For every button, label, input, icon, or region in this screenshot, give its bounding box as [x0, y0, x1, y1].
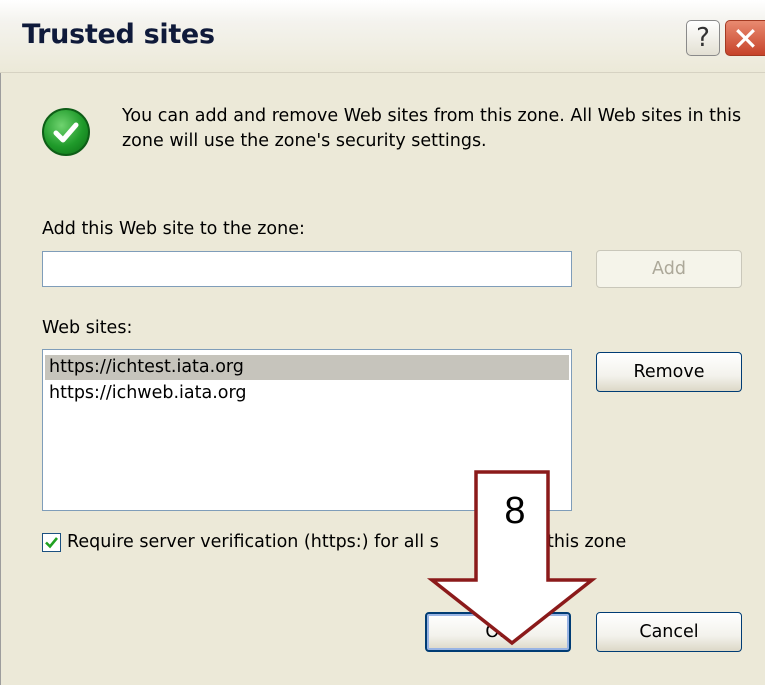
require-verification-checkbox[interactable]: [42, 533, 61, 552]
ok-button[interactable]: OK: [425, 612, 571, 652]
step-number-label: 8: [504, 490, 526, 532]
checkmark-icon: [45, 537, 59, 549]
add-site-label: Add this Web site to the zone:: [42, 219, 305, 239]
close-button[interactable]: ✕: [725, 20, 765, 58]
add-button[interactable]: Add: [596, 250, 742, 288]
trusted-sites-dialog: Trusted sites ? ✕ You can add and remove…: [0, 0, 765, 685]
add-site-input[interactable]: [42, 251, 572, 287]
close-icon: ✕: [732, 20, 759, 58]
list-item[interactable]: https://ichtest.iata.org: [45, 355, 569, 380]
cancel-button[interactable]: Cancel: [596, 612, 742, 652]
web-sites-label: Web sites:: [42, 318, 133, 338]
require-verification-label-end[interactable]: this zone: [547, 532, 626, 552]
list-item[interactable]: https://ichweb.iata.org: [45, 381, 569, 406]
web-sites-list[interactable]: https://ichtest.iata.org https://ichweb.…: [42, 349, 572, 511]
help-icon: ?: [696, 23, 710, 53]
green-check-icon: [42, 108, 90, 156]
dialog-title: Trusted sites: [22, 19, 215, 50]
help-button[interactable]: ?: [686, 20, 720, 56]
window-left-border: [0, 73, 6, 685]
require-verification-label-start[interactable]: Require server verification (https:) for…: [67, 532, 439, 552]
remove-button[interactable]: Remove: [596, 352, 742, 392]
title-bar[interactable]: Trusted sites ? ✕: [0, 0, 765, 73]
zone-description: You can add and remove Web sites from th…: [122, 106, 742, 151]
